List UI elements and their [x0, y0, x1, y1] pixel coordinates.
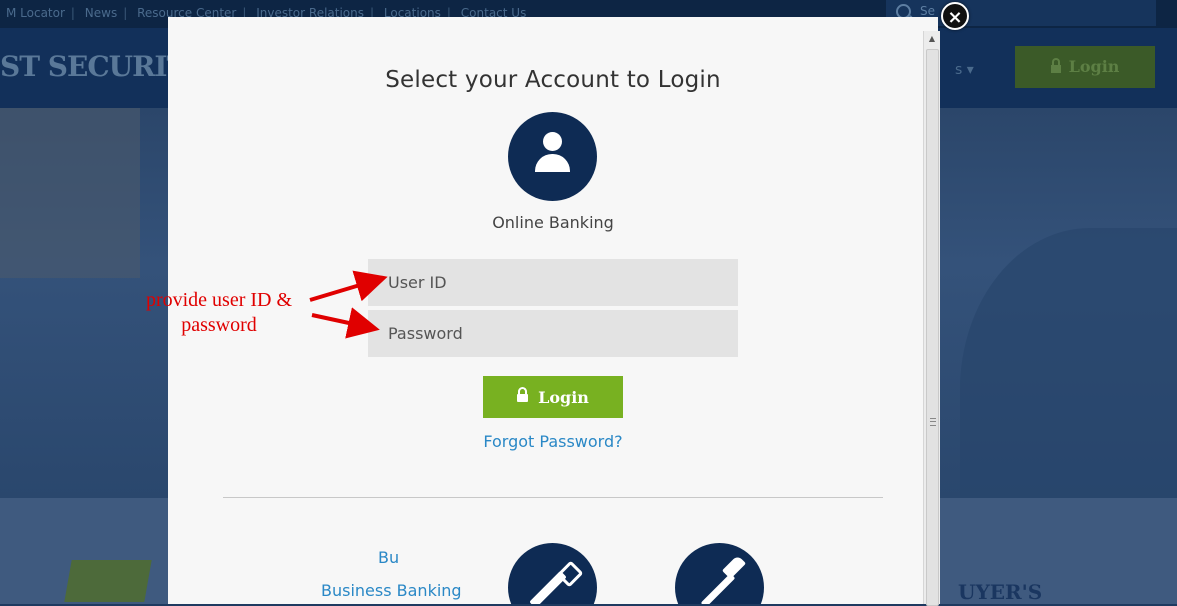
background-login-button[interactable]: Login	[1015, 46, 1155, 88]
user-icon[interactable]	[508, 112, 597, 201]
scrollbar-grip-icon	[930, 418, 936, 426]
top-link-news[interactable]: News	[85, 6, 117, 20]
hero-image-left	[0, 108, 140, 278]
scroll-up-arrow-icon[interactable]: ▲	[924, 31, 940, 47]
search-placeholder: Se	[920, 4, 935, 18]
user-icon-body	[535, 154, 570, 172]
user-id-input[interactable]	[368, 259, 738, 306]
top-link-atm-locator[interactable]: M Locator	[6, 6, 65, 20]
background-banner-fragment: UYER'S	[958, 580, 1043, 604]
business-banking-link[interactable]: Business Banking	[321, 581, 462, 600]
section-divider	[223, 497, 883, 498]
account-type-label: Online Banking	[492, 213, 614, 232]
login-button[interactable]: Login	[483, 376, 623, 418]
saw-icon[interactable]	[508, 543, 597, 604]
annotation-line-1: provide user ID &	[145, 289, 293, 311]
background-logo: ST SECURIT	[0, 50, 187, 83]
background-nav-chevron: s ▾	[955, 62, 974, 78]
password-input[interactable]	[368, 310, 738, 357]
background-sign-graphic	[64, 560, 152, 602]
hammer-icon[interactable]	[675, 543, 764, 604]
lock-icon	[517, 387, 529, 402]
user-icon-head	[543, 132, 562, 151]
saw-icon-handle	[556, 560, 584, 588]
close-icon[interactable]: ×	[941, 2, 969, 30]
instruction-annotation: provide user ID & password	[138, 288, 300, 338]
hero-image-right	[960, 228, 1177, 498]
lock-icon	[1050, 58, 1061, 73]
modal-scrollbar[interactable]: ▲	[923, 31, 940, 606]
hammer-icon-head	[721, 554, 747, 580]
forgot-password-link[interactable]: Forgot Password?	[168, 432, 938, 451]
annotation-line-2: password	[181, 314, 257, 336]
login-button-label: Login	[538, 388, 589, 407]
modal-title: Select your Account to Login	[385, 67, 721, 93]
business-banking-label-truncated[interactable]: Bu	[378, 548, 399, 567]
background-login-label: Login	[1068, 57, 1120, 76]
scrollbar-thumb[interactable]	[926, 49, 939, 606]
